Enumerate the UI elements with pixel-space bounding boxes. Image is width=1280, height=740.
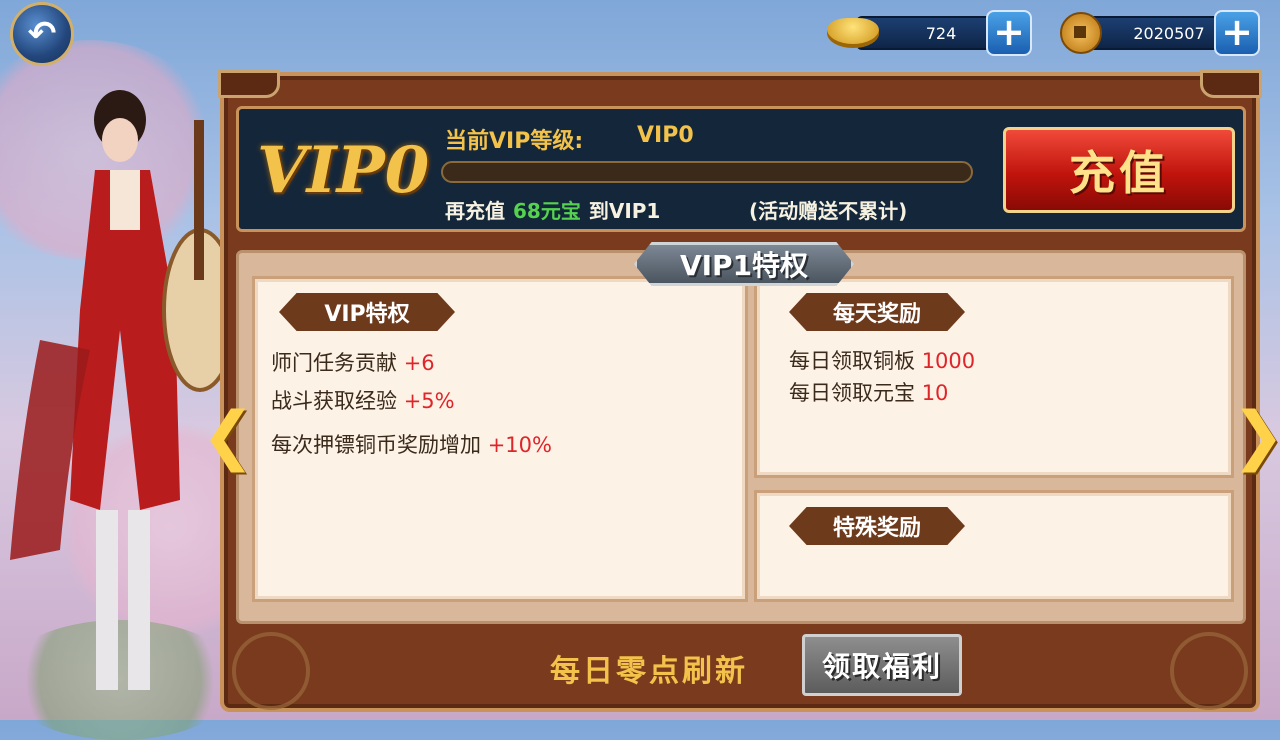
daily-reward-card: 每天奖励 每日领取铜板 1000 每日领取元宝 10 — [754, 276, 1234, 478]
coin-amount: 2020507 — [1133, 23, 1205, 43]
item-text: 每日领取铜板 — [789, 349, 915, 373]
previous-vip-button[interactable]: ❮ — [201, 399, 255, 473]
list-item: 师门任务贡献 +6 — [271, 347, 435, 377]
item-text: 战斗获取经验 — [271, 389, 397, 413]
plus-icon: + — [993, 10, 1025, 54]
vip-privilege-label: VIP特权 — [279, 293, 455, 331]
special-reward-card: 特殊奖励 — [754, 490, 1234, 602]
current-vip-level: VIP0 — [637, 123, 694, 148]
special-reward-label: 特殊奖励 — [789, 507, 965, 545]
panel-corner — [218, 70, 280, 98]
bonus-note: (活动赠送不累计) — [749, 199, 908, 223]
panel-corner — [1200, 70, 1262, 98]
recharge-target: 到VIP1 — [588, 199, 661, 223]
coin-currency-bar: 2020507 + — [1054, 10, 1280, 56]
recharge-amount: 68元宝 — [513, 199, 581, 223]
copper-coin-icon — [1054, 12, 1108, 54]
privilege-title: VIP1特权 — [634, 242, 854, 286]
add-coins-button[interactable]: + — [1214, 10, 1260, 56]
chevron-right-icon: ❯ — [1231, 399, 1280, 473]
next-vip-button[interactable]: ❯ — [1231, 399, 1280, 473]
add-gold-button[interactable]: + — [986, 10, 1032, 56]
item-value: +10% — [487, 433, 552, 457]
recharge-hint: 再充值 68元宝 到VIP1 — [445, 195, 660, 224]
vip-progress-bar — [441, 161, 973, 183]
vip-badge: VIP0 — [257, 133, 430, 208]
vip-panel: VIP0 当前VIP等级: VIP0 再充值 68元宝 到VIP1 (活动赠送不累计… — [218, 70, 1262, 712]
item-value: 10 — [921, 381, 949, 405]
chevron-left-icon: ❮ — [201, 399, 255, 473]
gold-amount: 724 — [925, 23, 957, 43]
back-arrow-icon: ↶ — [27, 14, 57, 54]
gold-ingot-icon — [826, 12, 880, 54]
recharge-prefix: 再充值 — [445, 199, 505, 223]
cloud-ornament-icon — [1170, 632, 1248, 710]
current-vip-label: 当前VIP等级: — [445, 129, 584, 154]
item-value: 1000 — [921, 349, 976, 373]
vip-privilege-card: VIP特权 师门任务贡献 +6 战斗获取经验 +5% 每次押镖铜币奖励增加 +1… — [252, 276, 748, 602]
gold-currency-bar: 724 + — [826, 10, 1066, 56]
item-text: 每次押镖铜币奖励增加 — [271, 433, 481, 457]
item-value: +5% — [403, 389, 455, 413]
vip-status-header: VIP0 当前VIP等级: VIP0 再充值 68元宝 到VIP1 (活动赠送不累计… — [236, 106, 1246, 232]
claim-benefits-button[interactable]: 领取福利 — [802, 634, 962, 696]
list-item: 每日领取元宝 10 — [789, 377, 948, 407]
back-button[interactable]: ↶ — [10, 2, 74, 66]
list-item: 战斗获取经验 +5% — [271, 385, 455, 415]
list-item: 每次押镖铜币奖励增加 +10% — [271, 429, 552, 459]
item-text: 每日领取元宝 — [789, 381, 915, 405]
plus-icon: + — [1221, 10, 1253, 54]
item-text: 师门任务贡献 — [271, 351, 397, 375]
recharge-button[interactable]: 充值 — [1003, 127, 1235, 213]
refresh-note: 每日零点刷新 — [550, 654, 748, 689]
cloud-ornament-icon — [232, 632, 310, 710]
item-value: +6 — [403, 351, 435, 375]
list-item: 每日领取铜板 1000 — [789, 345, 975, 375]
daily-reward-label: 每天奖励 — [789, 293, 965, 331]
